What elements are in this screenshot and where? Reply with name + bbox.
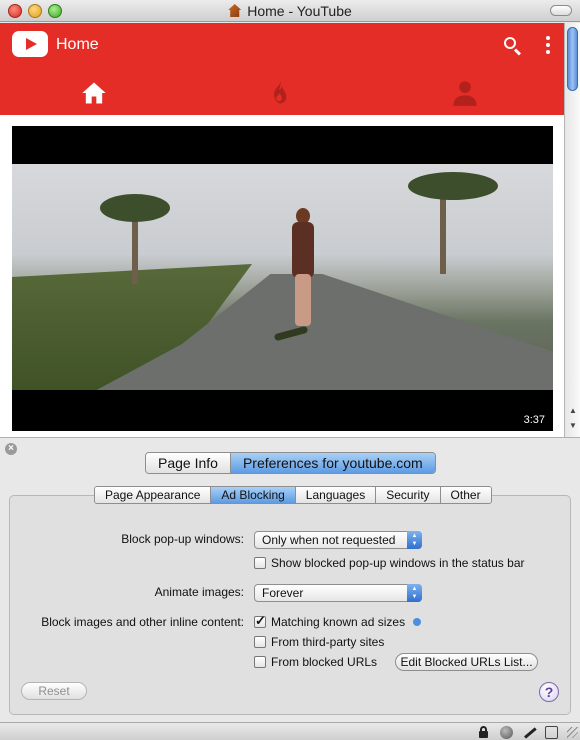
show-blocked-popups-row[interactable]: Show blocked pop-up windows in the statu… (254, 555, 524, 571)
select-arrows-icon: ▲ ▼ (407, 531, 422, 549)
blocked-urls-checkbox[interactable] (254, 656, 266, 668)
edit-blocked-urls-button[interactable]: Edit Blocked URLs List... (395, 653, 538, 671)
animate-images-label: Animate images: (154, 585, 244, 599)
tab-site-preferences[interactable]: Preferences for youtube.com (229, 453, 435, 473)
blocked-urls-label: From blocked URLs (271, 655, 378, 669)
ad-sizes-row[interactable]: Matching known ad sizes (254, 613, 422, 630)
tab-ad-blocking[interactable]: Ad Blocking (210, 487, 295, 503)
trending-tab-icon[interactable] (265, 79, 293, 107)
info-icon[interactable] (413, 618, 422, 626)
youtube-header: Home (0, 23, 564, 115)
video-duration: 3:37 (523, 414, 545, 426)
vertical-scrollbar[interactable]: ▲ ▼ (564, 23, 580, 437)
search-icon[interactable] (502, 35, 524, 57)
status-bar (0, 722, 580, 740)
tab-page-info[interactable]: Page Info (146, 453, 230, 473)
ad-sizes-checkbox[interactable] (254, 613, 266, 629)
resize-grip-icon[interactable] (567, 727, 578, 738)
animate-images-select[interactable]: Forever ▲ ▼ (254, 584, 422, 602)
scroll-down-arrow-icon[interactable]: ▼ (568, 421, 578, 431)
window-title-text: Home - YouTube (247, 3, 352, 19)
blocked-urls-row[interactable]: From blocked URLs (254, 654, 377, 670)
home-tab-icon[interactable] (80, 79, 108, 107)
thumbnail-frond (408, 172, 498, 200)
help-button[interactable]: ? (539, 682, 559, 702)
youtube-header-title: Home (56, 36, 99, 53)
tab-languages[interactable]: Languages (294, 487, 376, 503)
scroll-up-arrow-icon[interactable]: ▲ (568, 406, 578, 416)
account-tab-icon[interactable] (451, 79, 479, 107)
tab-security[interactable]: Security (375, 487, 440, 503)
thumbnail-skater (295, 274, 311, 326)
more-options-icon[interactable] (544, 36, 552, 56)
close-panel-icon[interactable]: × (5, 443, 17, 455)
ad-sizes-label: Matching known ad sizes (271, 615, 406, 629)
show-blocked-popups-label: Show blocked pop-up windows in the statu… (271, 556, 525, 570)
youtube-logo-icon[interactable] (12, 31, 48, 57)
animate-images-value: Forever (262, 586, 304, 600)
block-popups-value: Only when not requested (262, 533, 396, 547)
web-content: Home 3:37 (0, 23, 564, 437)
tab-page-appearance[interactable]: Page Appearance (95, 487, 211, 503)
window-title: Home - YouTube (0, 3, 580, 19)
select-arrows-icon: ▲ ▼ (407, 584, 422, 602)
site-preferences-panel: × Page Info Preferences for youtube.com … (0, 437, 580, 722)
block-popups-label: Block pop-up windows: (121, 532, 244, 546)
lock-icon[interactable] (477, 726, 490, 739)
reset-button[interactable]: Reset (21, 682, 87, 700)
video-thumbnail (12, 164, 553, 390)
pen-icon[interactable] (524, 726, 537, 739)
extensions-icon[interactable] (545, 726, 558, 739)
home-page-icon (228, 4, 242, 17)
video-player[interactable]: 3:37 (12, 126, 553, 431)
block-popups-select[interactable]: Only when not requested ▲ ▼ (254, 531, 422, 549)
thumbnail-frond (100, 194, 170, 222)
panel-tab-control: Page Info Preferences for youtube.com (145, 452, 436, 474)
window-titlebar: Home - YouTube (0, 0, 580, 22)
toolbar-toggle-button[interactable] (550, 5, 572, 16)
tab-other[interactable]: Other (439, 487, 491, 503)
scrollbar-thumb[interactable] (567, 27, 578, 91)
show-blocked-popups-checkbox[interactable] (254, 557, 266, 569)
third-party-row[interactable]: From third-party sites (254, 634, 384, 650)
third-party-label: From third-party sites (271, 635, 385, 649)
thumbnail-skater (292, 222, 314, 278)
block-inline-content-label: Block images and other inline content: (41, 615, 244, 629)
preferences-tab-control: Page Appearance Ad Blocking Languages Se… (94, 486, 492, 504)
ad-blocking-pane (9, 495, 571, 715)
third-party-checkbox[interactable] (254, 636, 266, 648)
globe-icon[interactable] (500, 726, 513, 739)
